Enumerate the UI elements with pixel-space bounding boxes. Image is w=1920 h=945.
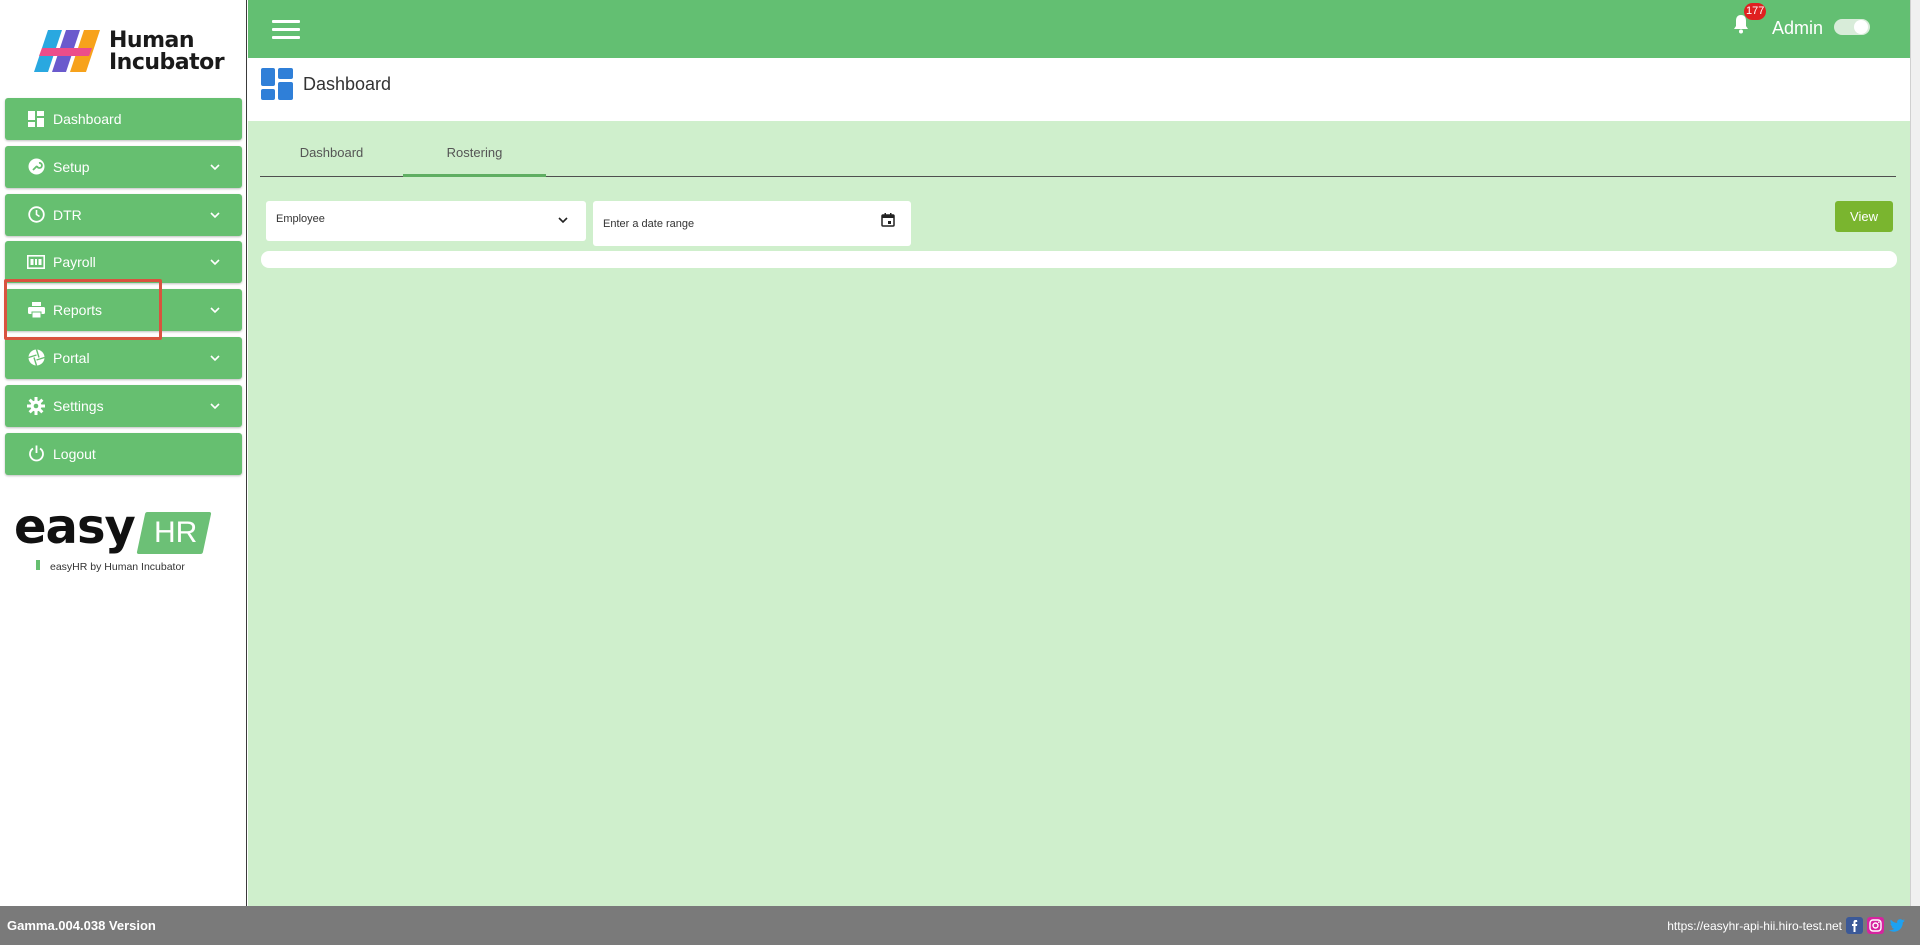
wrench-icon (27, 158, 45, 176)
sidebar-item-label: Settings (53, 397, 104, 414)
calendar-icon[interactable] (881, 213, 895, 227)
power-icon (27, 445, 45, 463)
chevron-down-icon (210, 164, 220, 170)
date-range-input[interactable]: Enter a date range (593, 201, 911, 246)
footer-url-link[interactable]: https://easyhr-api-hii.hiro-test.net (1667, 919, 1842, 933)
sidebar-menu: Dashboard Setup DTR Payroll Reports Port… (5, 98, 242, 480)
sidebar-item-label: Portal (53, 349, 90, 366)
date-range-placeholder: Enter a date range (603, 218, 695, 230)
moon-icon[interactable] (1876, 15, 1894, 33)
hamburger-menu-icon[interactable] (272, 20, 300, 40)
chevron-down-icon (558, 217, 568, 224)
results-container (261, 251, 1897, 268)
employee-select[interactable]: Employee (266, 201, 586, 241)
sidebar-item-label: Logout (53, 445, 96, 462)
easyhr-logo-word: easy (14, 499, 136, 555)
view-button[interactable]: View (1835, 201, 1893, 232)
tab-dashboard[interactable]: Dashboard (260, 137, 403, 177)
chevron-down-icon (210, 355, 220, 362)
topbar: 177 Admin (248, 0, 1910, 58)
printer-icon (27, 301, 45, 319)
employee-select-label: Employee (276, 213, 325, 225)
dashboard-tiles-icon (261, 68, 293, 100)
twitter-icon[interactable] (1889, 917, 1906, 934)
sidebar-item-dtr[interactable]: DTR (5, 193, 242, 236)
gear-icon (27, 396, 45, 415)
notification-badge[interactable]: 177 (1744, 3, 1767, 20)
sidebar-item-setup[interactable]: Setup (5, 145, 242, 188)
sidebar-item-label: Setup (53, 158, 90, 175)
brand-name: Human Incubator (109, 28, 225, 75)
sidebar-item-settings[interactable]: Settings (5, 384, 242, 427)
human-incubator-logo[interactable]: Human Incubator (34, 26, 225, 78)
tab-bar: Dashboard Rostering (260, 137, 1896, 177)
sidebar-item-label: Reports (53, 302, 103, 319)
toggle-knob (1854, 20, 1868, 34)
chevron-down-icon (210, 259, 220, 266)
page-header: Dashboard (248, 58, 1910, 121)
easyhr-logo-hr: HR (154, 516, 198, 549)
chevron-down-icon (210, 212, 220, 218)
dashboard-icon (27, 110, 45, 128)
sidebar-item-payroll[interactable]: Payroll (5, 241, 242, 284)
facebook-icon[interactable] (1846, 917, 1863, 934)
easyhr-tagline: easyHR by Human Incubator (50, 561, 185, 573)
sidebar-item-dashboard[interactable]: Dashboard (5, 98, 242, 140)
chevron-down-icon (210, 307, 220, 314)
easyhr-logo: easy HR easyHR by Human Incubator (14, 499, 214, 573)
sidebar-item-label: Payroll (53, 254, 96, 271)
payroll-icon (27, 253, 45, 271)
page-title: Dashboard (303, 74, 392, 94)
footer: Gamma.004.038 Version https://easyhr-api… (0, 906, 1920, 945)
aperture-icon (27, 349, 45, 367)
chevron-down-icon (210, 403, 220, 409)
human-incubator-logo-icon (34, 30, 100, 72)
instagram-icon[interactable] (1867, 917, 1884, 934)
main-content: Dashboard Rostering Employee Enter a dat… (248, 121, 1910, 906)
easyhr-tagline-bar (36, 560, 40, 570)
sidebar: Human Incubator Dashboard Setup DTR Payr… (0, 0, 247, 906)
sidebar-item-reports[interactable]: Reports (5, 289, 242, 332)
sidebar-item-label: Dashboard (53, 111, 122, 127)
sidebar-item-label: DTR (53, 206, 82, 223)
version-label: Gamma.004.038 Version (7, 918, 156, 933)
tab-rostering[interactable]: Rostering (403, 137, 546, 177)
vertical-scrollbar[interactable] (1910, 0, 1920, 906)
sidebar-item-portal[interactable]: Portal (5, 336, 242, 379)
sidebar-item-logout[interactable]: Logout (5, 432, 242, 475)
theme-toggle[interactable] (1834, 19, 1870, 35)
clock-icon (27, 206, 45, 224)
user-name[interactable]: Admin (1772, 18, 1823, 39)
